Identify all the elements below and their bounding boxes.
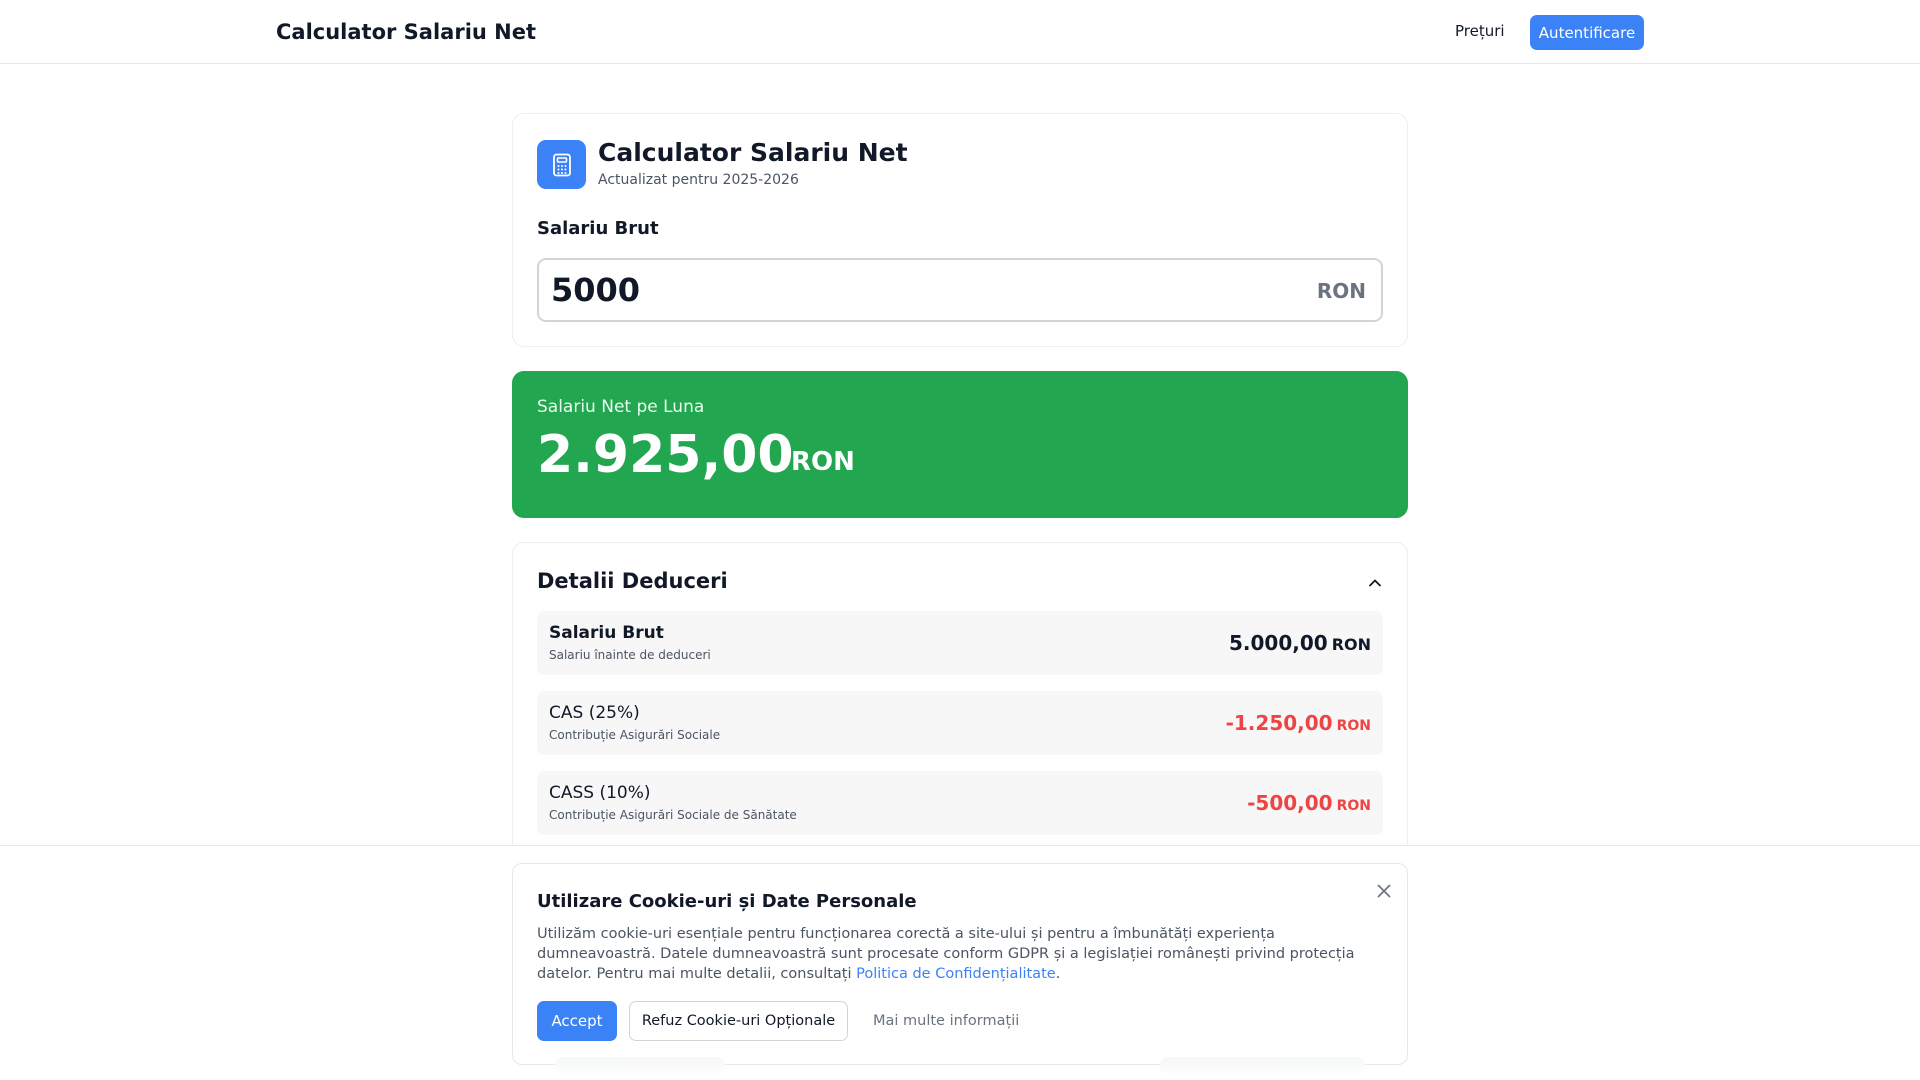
more-info-link[interactable]: Mai multe informații xyxy=(873,1013,1019,1029)
gross-salary-field[interactable]: RON xyxy=(537,258,1383,322)
deduction-amount: -1.250,00 RON xyxy=(1226,711,1371,735)
deduction-row-cas: CAS (25%) Contribuție Asigurări Sociale … xyxy=(537,691,1383,755)
accept-cookies-button[interactable]: Accept xyxy=(537,1001,617,1041)
faded-content xyxy=(555,1057,725,1077)
refuse-optional-cookies-button[interactable]: Refuz Cookie-uri Opționale xyxy=(629,1001,848,1041)
deduction-row-cass: CASS (10%) Contribuție Asigurări Sociale… xyxy=(537,771,1383,835)
deduction-amount-value: -500,00 xyxy=(1247,791,1333,815)
deduction-name: Salariu Brut xyxy=(549,623,664,643)
net-salary-value: 2.925,00 xyxy=(537,425,794,485)
privacy-policy-link[interactable]: Politica de Confidențialitate xyxy=(856,966,1056,982)
brand-logo-text[interactable]: Calculator Salariu Net xyxy=(276,20,536,44)
gross-currency-suffix: RON xyxy=(1316,279,1366,303)
deduction-amount-currency: RON xyxy=(1336,718,1371,734)
cookie-text: Utilizăm cookie-uri esențiale pentru fun… xyxy=(537,924,1377,984)
deduction-amount: 5.000,00 RON xyxy=(1229,631,1371,655)
deduction-description: Contribuție Asigurări Sociale xyxy=(549,728,721,742)
login-button[interactable]: Autentificare xyxy=(1530,15,1644,50)
net-salary-label: Salariu Net pe Luna xyxy=(537,397,705,417)
deduction-description: Salariu înainte de deduceri xyxy=(549,648,711,662)
top-navbar: Calculator Salariu Net Prețuri Autentifi… xyxy=(0,0,1920,64)
net-salary-card: Salariu Net pe Luna 2.925,00 RON xyxy=(512,371,1408,518)
cookie-dialog: Utilizare Cookie-uri și Date Personale U… xyxy=(512,863,1408,1065)
net-salary-currency: RON xyxy=(791,447,855,477)
deduction-row-gross: Salariu Brut Salariu înainte de deduceri… xyxy=(537,611,1383,675)
calculator-card: Calculator Salariu Net Actualizat pentru… xyxy=(512,113,1408,347)
deduction-description: Contribuție Asigurări Sociale de Sănătat… xyxy=(549,808,797,822)
deduction-amount-value: 5.000,00 xyxy=(1228,631,1328,655)
deduction-amount-value: -1.250,00 xyxy=(1225,711,1333,735)
chevron-up-icon[interactable] xyxy=(1365,573,1385,593)
nav-link-pricing[interactable]: Prețuri xyxy=(1455,22,1505,40)
deduction-name: CAS (25%) xyxy=(549,703,640,723)
deduction-amount: -500,00 RON xyxy=(1247,791,1371,815)
calculator-subtitle: Actualizat pentru 2025-2026 xyxy=(598,172,799,188)
deduction-amount-currency: RON xyxy=(1336,798,1371,814)
deductions-title[interactable]: Detalii Deduceri xyxy=(537,569,728,593)
faded-content xyxy=(1160,1057,1365,1077)
cookie-title: Utilizare Cookie-uri și Date Personale xyxy=(537,891,917,912)
calculator-icon xyxy=(537,140,586,189)
close-icon[interactable] xyxy=(1375,882,1393,900)
calculator-title: Calculator Salariu Net xyxy=(598,138,908,167)
deduction-amount-currency: RON xyxy=(1331,635,1371,654)
gross-salary-label: Salariu Brut xyxy=(537,218,659,239)
cookie-text-end: . xyxy=(1055,966,1061,982)
cookie-banner: Utilizare Cookie-uri și Date Personale U… xyxy=(0,845,1920,1080)
deduction-name: CASS (10%) xyxy=(549,783,651,803)
gross-salary-input[interactable] xyxy=(551,270,1251,310)
